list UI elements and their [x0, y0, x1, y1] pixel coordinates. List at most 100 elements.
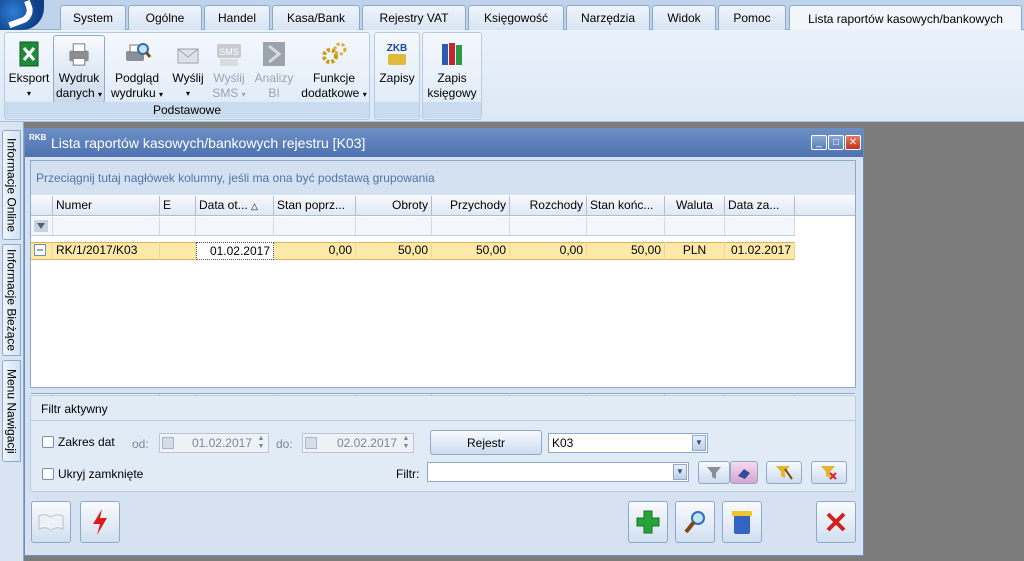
edit-button[interactable]: [675, 501, 715, 543]
lightning-icon: [93, 509, 107, 535]
tab-system[interactable]: System: [60, 5, 126, 30]
wyslij-sms-button[interactable]: SMS Wyślij SMS ▾: [209, 35, 249, 103]
app-logo[interactable]: [0, 0, 44, 30]
filter-cell[interactable]: [274, 217, 356, 236]
tab-narzedzia[interactable]: Narzędzia: [566, 5, 650, 30]
tab-pomoc[interactable]: Pomoc: [718, 5, 786, 30]
wydruk-danych-button[interactable]: Wydruk danych ▾: [53, 35, 105, 103]
chevron-down-icon: ▾: [362, 90, 367, 99]
zapis-ksiegowy-button[interactable]: Zapis księgowy: [425, 35, 479, 103]
tab-rejestry-vat[interactable]: Rejestry VAT: [362, 5, 466, 30]
eksport-button[interactable]: Eksport ▾: [7, 35, 51, 103]
close-icon[interactable]: ✕: [845, 135, 861, 150]
quick-action-button[interactable]: [80, 501, 120, 543]
column-header-numer[interactable]: Numer: [53, 196, 160, 216]
zakres-dat-checkbox[interactable]: [42, 436, 54, 448]
column-header-data-za[interactable]: Data za...: [725, 196, 795, 216]
tab-handel[interactable]: Handel: [204, 5, 270, 30]
tab-widok[interactable]: Widok: [652, 5, 716, 30]
plus-icon: [636, 510, 660, 534]
close-x-icon: [826, 512, 846, 532]
filter-delete-icon: [821, 465, 837, 480]
minimize-icon[interactable]: _: [811, 135, 827, 150]
filter-panel-title: Filtr aktywny: [41, 402, 108, 416]
cell-data-ot[interactable]: 01.02.2017: [196, 242, 274, 260]
maximize-icon[interactable]: □: [828, 135, 844, 150]
filter-cell[interactable]: [665, 217, 725, 236]
add-button[interactable]: [628, 501, 668, 543]
side-tab-informacje-biezace[interactable]: Informacje Bieżące: [2, 244, 21, 356]
chevron-down-icon: ▾: [241, 90, 246, 99]
filter-cell[interactable]: [196, 217, 274, 236]
row-indicator-header: [31, 196, 53, 216]
cell-waluta[interactable]: PLN: [665, 242, 725, 260]
delete-button[interactable]: [722, 501, 762, 543]
excel-icon: [19, 41, 39, 67]
trash-icon: [732, 511, 752, 534]
date-to-field[interactable]: 02.02.2017 ▲ ▼: [302, 433, 414, 453]
cell-stan-poprz[interactable]: 0,00: [274, 242, 356, 260]
ukryj-zamkniete-checkbox[interactable]: [42, 468, 54, 480]
column-header-empty: [795, 196, 855, 216]
side-tabs: Informacje Online Informacje Bieżące Men…: [0, 122, 24, 561]
tab-ogolne[interactable]: Ogólne: [128, 5, 202, 30]
cell-obroty[interactable]: 50,00: [356, 242, 432, 260]
funkcje-dodatkowe-button[interactable]: Funkcje dodatkowe ▾: [299, 35, 369, 103]
cell-e[interactable]: [160, 242, 196, 260]
books-icon: [442, 43, 462, 65]
chevron-down-icon[interactable]: ▼: [673, 464, 687, 480]
eraser-icon: [738, 468, 750, 479]
row-expand-icon[interactable]: [31, 242, 53, 260]
filtr-select[interactable]: ▼: [427, 462, 689, 482]
ukryj-zamkniete-label: Ukryj zamknięte: [58, 467, 144, 481]
close-button[interactable]: [816, 501, 856, 543]
analizy-bi-button[interactable]: Analizy BI: [251, 35, 297, 103]
filter-cell[interactable]: [160, 217, 196, 236]
tab-lista-raportow[interactable]: Lista raportów kasowych/bankowych: [789, 5, 1022, 31]
filter-wand-icon: [776, 465, 793, 480]
rejestr-select[interactable]: K03 ▼: [548, 433, 708, 453]
cell-przychody[interactable]: 50,00: [432, 242, 510, 260]
group-by-area[interactable]: Przeciągnij tutaj nagłówek kolumny, jeśl…: [31, 161, 855, 195]
side-tab-informacje-online[interactable]: Informacje Online: [2, 130, 21, 240]
cell-rozchody[interactable]: 0,00: [510, 242, 587, 260]
magnifier-icon: [684, 511, 705, 534]
filter-cell[interactable]: [53, 217, 160, 236]
column-header-data-ot[interactable]: Data ot... △: [196, 196, 274, 216]
column-header-przychody[interactable]: Przychody: [432, 196, 510, 216]
filter-remove-button[interactable]: [811, 461, 847, 484]
column-header-waluta[interactable]: Waluta: [665, 196, 725, 216]
column-header-stan-konc[interactable]: Stan końc...: [587, 196, 665, 216]
side-tab-menu-nawigacji[interactable]: Menu Nawigacji: [2, 360, 21, 462]
cell-data-za[interactable]: 01.02.2017: [725, 242, 795, 260]
chevron-down-icon: ▾: [185, 89, 190, 98]
filter-cell[interactable]: [587, 217, 665, 236]
column-header-obroty[interactable]: Obroty: [356, 196, 432, 216]
clear-filter-button[interactable]: [730, 461, 758, 484]
open-book-button[interactable]: [31, 501, 71, 543]
wyslij-button[interactable]: Wyślij ▾: [169, 35, 207, 103]
tab-ksiegowosc[interactable]: Księgowość: [468, 5, 564, 30]
tab-kasa-bank[interactable]: Kasa/Bank: [272, 5, 360, 30]
filter-cell[interactable]: [510, 217, 587, 236]
analytics-icon: [263, 42, 285, 66]
chevron-down-icon: ▾: [26, 89, 31, 98]
column-header-e[interactable]: E: [160, 196, 196, 216]
podglad-wydruku-button[interactable]: Podgląd wydruku ▾: [107, 35, 167, 103]
filter-cell[interactable]: [725, 217, 795, 236]
chevron-down-icon[interactable]: ▼: [692, 435, 706, 451]
cell-stan-konc[interactable]: 50,00: [587, 242, 665, 260]
filter-funnel-button[interactable]: [698, 461, 730, 484]
column-header-rozchody[interactable]: Rozchody: [510, 196, 587, 216]
date-from-field[interactable]: 01.02.2017 ▲ ▼: [159, 433, 269, 453]
filter-wizard-button[interactable]: [766, 461, 802, 484]
zapisy-button[interactable]: ZKB Zapisy: [377, 35, 417, 103]
filter-row-icon[interactable]: [31, 217, 53, 236]
cell-numer[interactable]: RK/1/2017/K03: [53, 242, 160, 260]
filter-cell[interactable]: [356, 217, 432, 236]
window-title-bar[interactable]: RKB Lista raportów kasowych/bankowych re…: [25, 129, 863, 157]
filter-cell[interactable]: [432, 217, 510, 236]
column-header-stan-poprz[interactable]: Stan poprz...: [274, 196, 356, 216]
chevron-down-icon: ▾: [98, 90, 103, 99]
rejestr-button[interactable]: Rejestr: [430, 430, 542, 455]
